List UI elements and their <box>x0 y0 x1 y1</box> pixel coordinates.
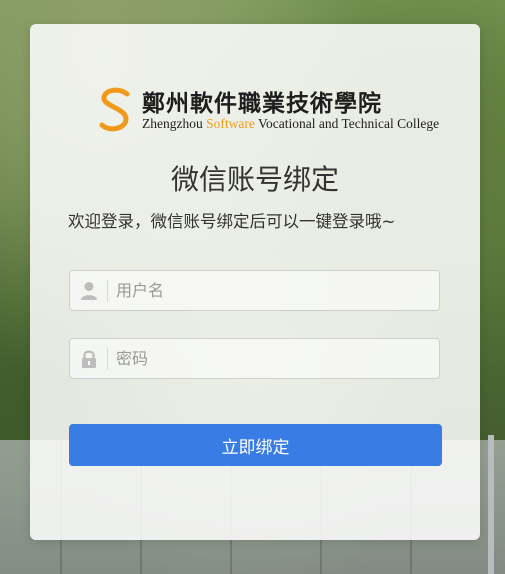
user-icon <box>81 282 97 300</box>
password-input[interactable] <box>116 339 426 378</box>
lock-icon <box>82 350 96 368</box>
college-name-english: Zhengzhou Software Vocational and Techni… <box>142 116 439 132</box>
college-logo: S 鄭州軟件職業技術學院 Zhengzhou Software Vocation… <box>70 60 439 140</box>
page-subtitle: 欢迎登录，微信账号绑定后可以一键登录哦~ <box>68 212 396 231</box>
password-field[interactable] <box>69 338 440 379</box>
college-name-english-suffix: Vocational and Technical College <box>254 116 440 131</box>
field-divider <box>107 280 108 302</box>
college-name-english-accent: Software <box>206 116 255 131</box>
bind-now-button[interactable]: 立即绑定 <box>69 424 442 466</box>
background-pole <box>488 435 494 574</box>
svg-text:S: S <box>98 86 99 87</box>
username-input[interactable] <box>116 271 426 310</box>
college-name-chinese: 鄭州軟件職業技術學院 <box>142 90 382 117</box>
field-divider <box>107 348 108 370</box>
username-field[interactable] <box>69 270 440 311</box>
page-title: 微信账号绑定 <box>170 163 339 196</box>
college-s-logo-icon: S <box>98 86 130 132</box>
college-name-english-prefix: Zhengzhou <box>142 116 207 131</box>
